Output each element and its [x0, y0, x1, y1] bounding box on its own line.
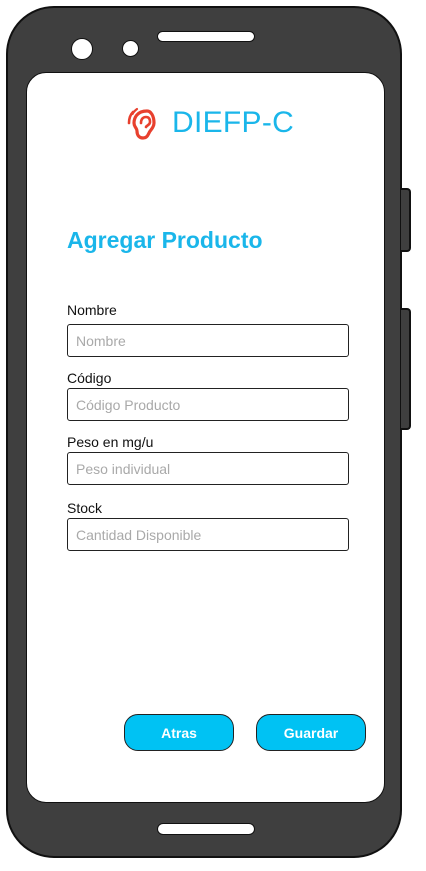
stock-input[interactable]: [67, 518, 349, 551]
codigo-input[interactable]: [67, 388, 349, 421]
back-button[interactable]: Atras: [124, 714, 234, 751]
nombre-input[interactable]: [67, 324, 349, 357]
ear-icon: [127, 103, 165, 143]
peso-label: Peso en mg/u: [67, 434, 154, 450]
nombre-label: Nombre: [67, 302, 117, 318]
codigo-label: Código: [67, 370, 112, 386]
page-title: Agregar Producto: [67, 227, 263, 253]
stock-label: Stock: [67, 500, 103, 516]
app-header: DIEFP-C: [127, 103, 294, 143]
earpiece-speaker: [157, 31, 255, 42]
brand-name: DIEFP-C: [172, 106, 295, 139]
save-button[interactable]: Guardar: [256, 714, 366, 751]
front-camera: [71, 38, 93, 60]
phone-volume-button: [401, 308, 411, 430]
app-screen: DIEFP-C Agregar Producto Nombre Código P…: [26, 72, 385, 803]
proximity-sensor: [122, 40, 139, 57]
home-bar: [157, 823, 255, 835]
peso-input[interactable]: [67, 452, 349, 485]
phone-side-button: [401, 188, 411, 252]
